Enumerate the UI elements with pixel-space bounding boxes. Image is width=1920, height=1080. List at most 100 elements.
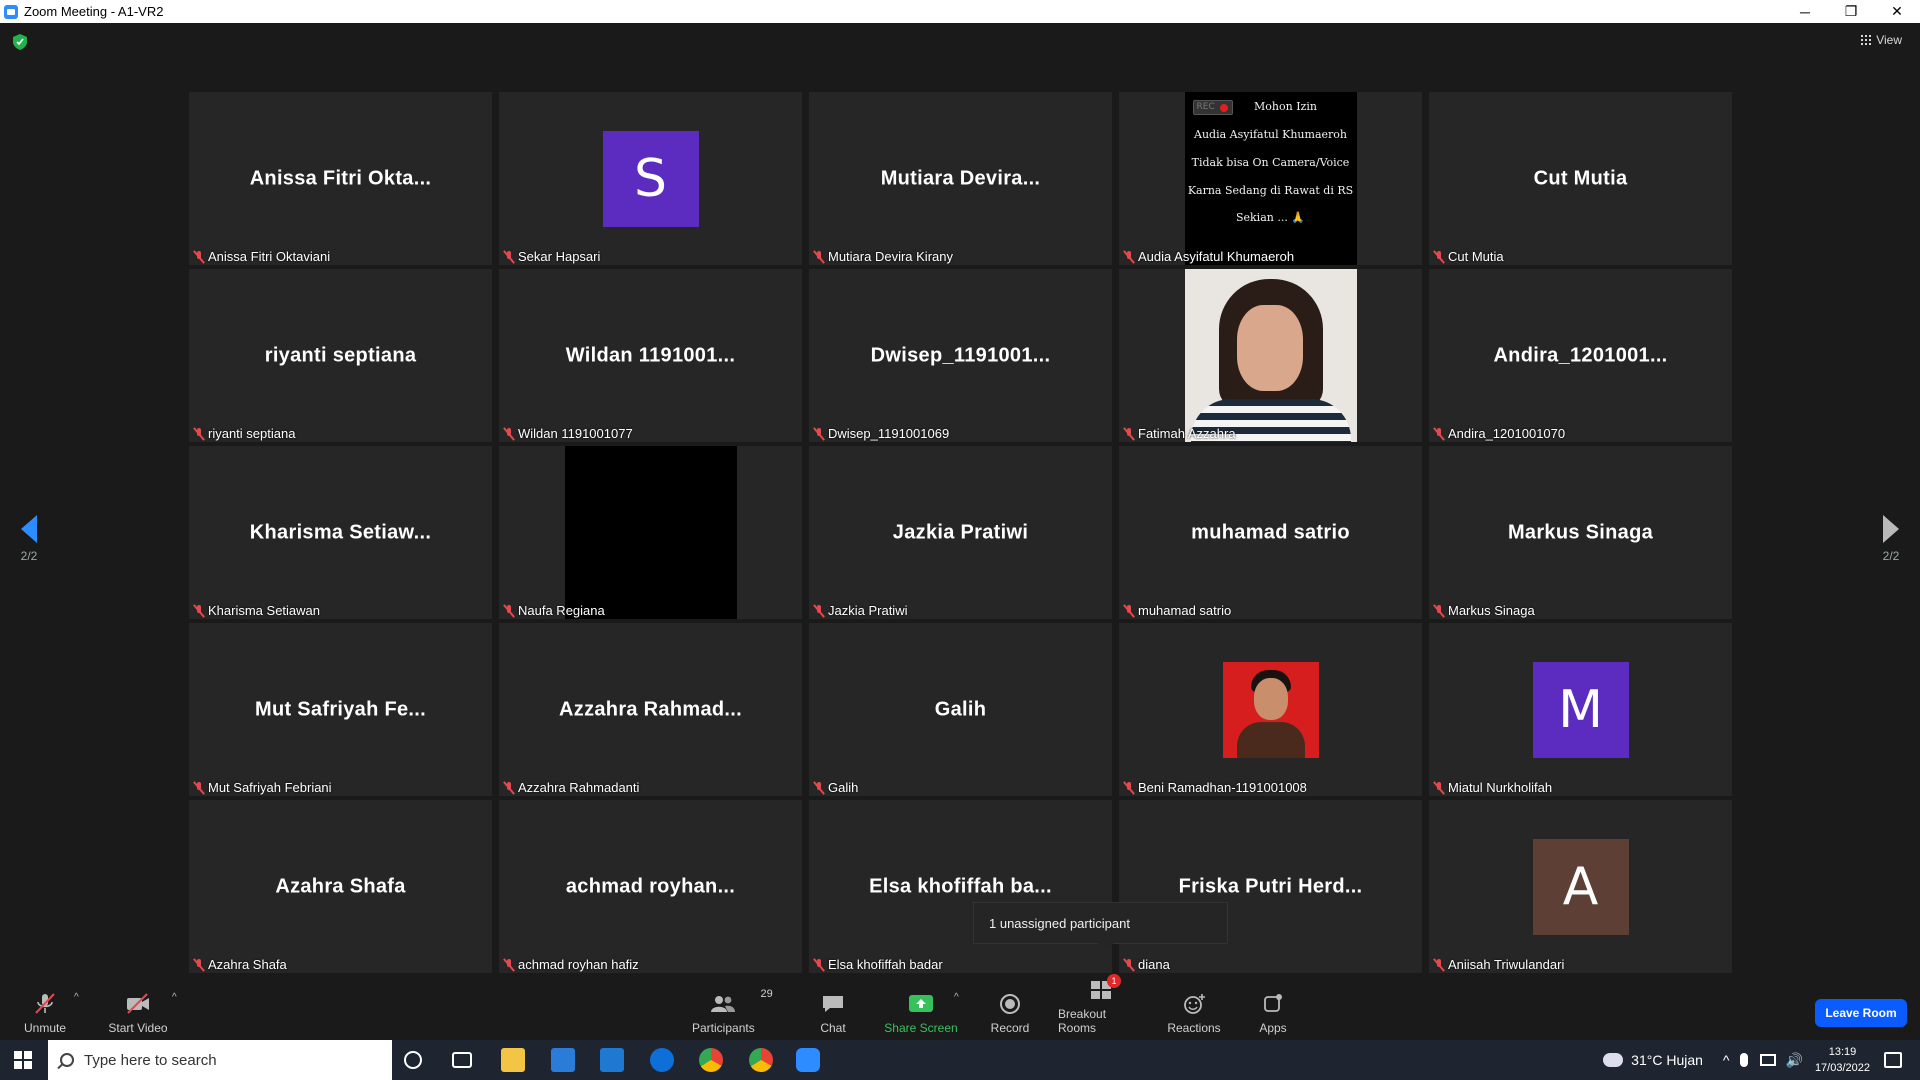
video-options-caret[interactable]: ^ — [172, 992, 177, 1003]
mic-muted-icon — [193, 604, 205, 618]
participant-tile[interactable]: Elsa khofiffah ba... Elsa khofiffah badar — [809, 800, 1112, 973]
participant-tile[interactable]: Cut Mutia Cut Mutia — [1429, 92, 1732, 265]
participant-tile[interactable]: Azzahra Rahmad... Azzahra Rahmadanti — [499, 623, 802, 796]
search-placeholder: Type here to search — [84, 1051, 217, 1069]
participant-name: Mutiara Devira Kirany — [828, 249, 953, 264]
avatar: M — [1532, 661, 1629, 758]
mic-muted-icon — [813, 250, 825, 264]
chevron-up-icon[interactable]: ^ — [1723, 1052, 1730, 1068]
participant-tile[interactable]: Friska Putri Herd... diana — [1119, 800, 1422, 973]
participant-name: Azzahra Rahmadanti — [518, 780, 640, 795]
close-button[interactable]: ✕ — [1874, 0, 1920, 23]
participant-name: Cut Mutia — [1448, 249, 1504, 264]
windows-start-button[interactable] — [14, 1051, 32, 1069]
participant-name-label: muhamad satrio — [1123, 603, 1231, 618]
mic-muted-icon — [35, 993, 55, 1014]
task-view-icon[interactable] — [452, 1052, 472, 1068]
taskbar-search[interactable]: Type here to search — [48, 1040, 392, 1080]
participant-tile[interactable]: Dwisep_1191001... Dwisep_1191001069 — [809, 269, 1112, 442]
mic-muted-icon — [1123, 781, 1135, 795]
participant-tile[interactable]: Beni Ramadhan-1191001008 — [1119, 623, 1422, 796]
participant-tile[interactable]: Fatimah Azzahra — [1119, 269, 1422, 442]
reactions-button[interactable]: Reactions — [1167, 980, 1221, 1040]
mic-muted-icon — [503, 250, 515, 264]
record-icon — [1000, 994, 1020, 1014]
apps-button[interactable]: Apps — [1258, 980, 1288, 1040]
time: 13:19 — [1828, 1046, 1857, 1058]
mic-muted-icon — [1123, 604, 1135, 618]
participant-tile[interactable]: Wildan 1191001... Wildan 1191001077 — [499, 269, 802, 442]
start-video-button[interactable]: Start Video — [106, 980, 170, 1040]
volume-icon[interactable]: 🔊 — [1786, 1052, 1803, 1069]
notifications-icon[interactable] — [1884, 1052, 1902, 1068]
participant-tile[interactable]: A Aniisah Triwulandari — [1429, 800, 1732, 973]
participant-display-name: Galih — [934, 698, 987, 720]
record-button[interactable]: Record — [990, 980, 1030, 1040]
shield-icon[interactable] — [13, 34, 27, 50]
participant-tile[interactable]: Galih Galih — [809, 623, 1112, 796]
participant-display-name: Dwisep_1191001... — [870, 344, 1051, 366]
taskbar-clock[interactable]: 13:19 17/03/2022 — [1815, 1044, 1870, 1076]
participant-tile[interactable]: S Sekar Hapsari — [499, 92, 802, 265]
participant-display-name: Jazkia Pratiwi — [892, 521, 1029, 543]
participant-tile[interactable]: Jazkia Pratiwi Jazkia Pratiwi — [809, 446, 1112, 619]
network-icon[interactable] — [1759, 1054, 1776, 1066]
participant-display-name: achmad royhan... — [565, 875, 736, 897]
view-button[interactable]: View — [1861, 33, 1902, 47]
participant-name: Markus Sinaga — [1448, 603, 1535, 618]
share-screen-button[interactable]: Share Screen — [884, 980, 958, 1040]
page-indicator-right: 2/2 — [1882, 549, 1900, 563]
mic-muted-icon — [503, 781, 515, 795]
mic-muted-icon — [503, 427, 515, 441]
chrome-icon[interactable] — [699, 1048, 723, 1072]
participant-name-label: Azzahra Rahmadanti — [503, 780, 639, 795]
participant-tile[interactable]: muhamad satrio muhamad satrio — [1119, 446, 1422, 619]
microphone-icon[interactable] — [1739, 1053, 1748, 1067]
breakout-rooms-button[interactable]: 1 Breakout Rooms — [1058, 974, 1146, 1040]
mail-icon[interactable] — [600, 1048, 624, 1072]
page-indicator-left: 2/2 — [20, 549, 38, 563]
participant-tile[interactable]: Mutiara Devira... Mutiara Devira Kirany — [809, 92, 1112, 265]
leave-room-button[interactable]: Leave Room — [1815, 999, 1907, 1027]
system-tray: 31°C Hujan ^ 🔊 13:19 17/03/2022 — [1603, 1040, 1920, 1080]
participant-tile[interactable]: M Miatul Nurkholifah — [1429, 623, 1732, 796]
participant-name-label: Jazkia Pratiwi — [813, 603, 907, 618]
minimize-button[interactable]: ─ — [1782, 0, 1828, 23]
participant-tile[interactable]: Markus Sinaga Markus Sinaga — [1429, 446, 1732, 619]
unmute-button[interactable]: Unmute — [20, 980, 70, 1040]
participant-name-label: Aniisah Triwulandari — [1433, 957, 1564, 972]
zoom-taskbar-icon[interactable] — [796, 1048, 820, 1072]
participant-display-name: Azahra Shafa — [275, 875, 406, 897]
previous-page-button[interactable]: 2/2 — [9, 515, 49, 563]
teamviewer-icon[interactable] — [650, 1048, 674, 1072]
participant-tile[interactable]: Azahra Shafa Azahra Shafa — [189, 800, 492, 973]
weather-cloud-icon — [1603, 1053, 1624, 1067]
audio-options-caret[interactable]: ^ — [74, 992, 79, 1003]
file-explorer-icon[interactable] — [501, 1048, 525, 1072]
participant-tile[interactable]: Naufa Regiana — [499, 446, 802, 619]
mic-muted-icon — [813, 604, 825, 618]
store-icon[interactable] — [551, 1048, 575, 1072]
participant-tile[interactable]: REC Mohon Izin Audia Asyifatul Khumaeroh Ti… — [1119, 92, 1422, 265]
mic-muted-icon — [1123, 250, 1135, 264]
participant-tile[interactable]: Mut Safriyah Fe... Mut Safriyah Febriani — [189, 623, 492, 796]
participant-tile[interactable]: achmad royhan... achmad royhan hafiz — [499, 800, 802, 973]
restore-button[interactable]: ❐ — [1828, 0, 1874, 23]
weather-text[interactable]: 31°C Hujan — [1631, 1052, 1703, 1068]
participant-tile[interactable]: Anissa Fitri Okta... Anissa Fitri Oktavia… — [189, 92, 492, 265]
participants-button[interactable]: 29 Participants — [692, 980, 773, 1040]
participant-name-label: Andira_1201001070 — [1433, 426, 1565, 441]
cortana-icon[interactable] — [404, 1051, 422, 1069]
next-page-button[interactable]: 2/2 — [1871, 515, 1911, 563]
participant-name-label: riyanti septiana — [193, 426, 295, 441]
chat-button[interactable]: Chat — [818, 980, 848, 1040]
participant-tile[interactable]: riyanti septiana riyanti septiana — [189, 269, 492, 442]
participant-tile[interactable]: Andira_1201001... Andira_1201001070 — [1429, 269, 1732, 442]
participant-tile[interactable]: Kharisma Setiaw... Kharisma Setiawan — [189, 446, 492, 619]
share-options-caret[interactable]: ^ — [954, 992, 959, 1003]
participant-name: Kharisma Setiawan — [208, 603, 320, 618]
chrome-profile-icon[interactable] — [749, 1048, 773, 1072]
participant-display-name: Friska Putri Herd... — [1178, 875, 1363, 897]
mic-muted-icon — [1433, 604, 1445, 618]
participant-display-name: Andira_1201001... — [1493, 344, 1668, 366]
